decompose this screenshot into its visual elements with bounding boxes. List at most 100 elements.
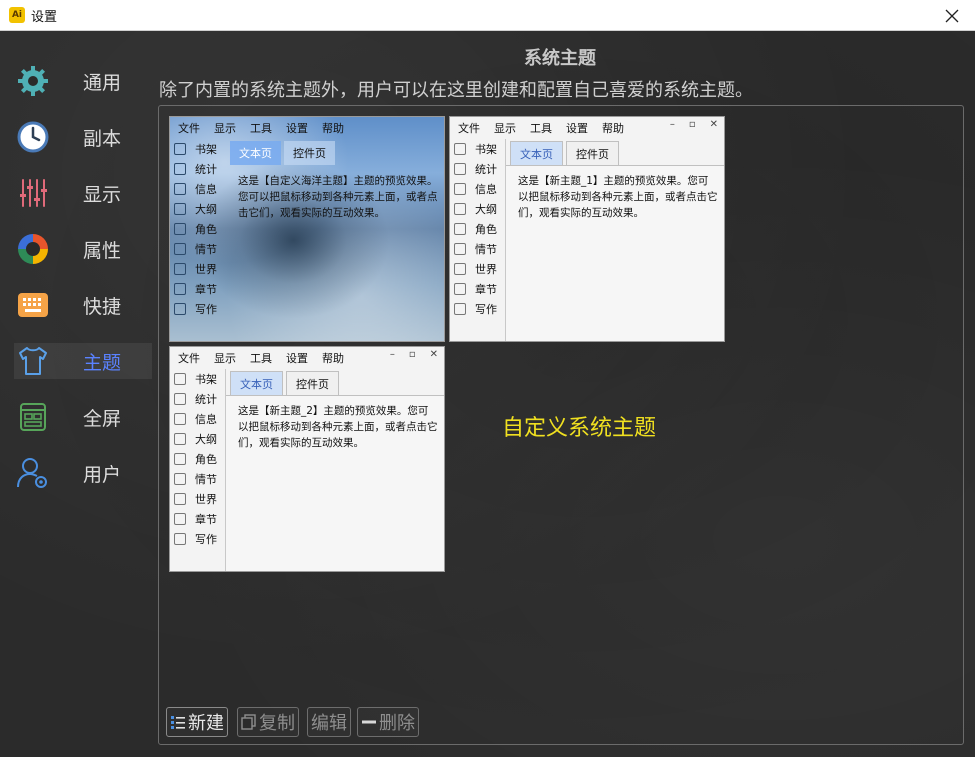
preview-menu-item: 帮助 xyxy=(322,352,344,365)
preview-menu-item: 帮助 xyxy=(602,122,624,135)
close-icon: ✕ xyxy=(709,119,718,130)
maximize-icon: ▫ xyxy=(408,349,416,360)
preview-side-item: 写作 xyxy=(170,529,225,549)
chart-icon xyxy=(174,163,186,175)
clock-icon xyxy=(17,121,49,153)
sidebar-item-fullscreen[interactable]: 全屏 xyxy=(14,399,152,435)
info-icon xyxy=(174,183,186,195)
sidebar-item-label: 快捷 xyxy=(83,295,122,318)
fullscreen-icon xyxy=(20,403,46,431)
window-title: 设置 xyxy=(31,9,58,25)
pen-icon xyxy=(174,303,186,315)
bookshelf-icon xyxy=(174,373,186,385)
preview-side-item: 信息 xyxy=(170,409,225,429)
preview-sidebar: 书架 统计 信息 大纲 角色 情节 世界 章节 写作 xyxy=(170,139,226,341)
maximize-icon: ▫ xyxy=(688,119,696,130)
chapter-icon xyxy=(454,283,466,295)
preview-menu-item: 设置 xyxy=(566,122,588,135)
sidebar-item-display[interactable]: 显示 xyxy=(14,175,152,211)
sidebar-item-label: 全屏 xyxy=(83,407,122,430)
preview-menu-item: 文件 xyxy=(178,352,200,365)
page-description: 除了内置的系统主题外，用户可以在这里创建和配置自己喜爱的系统主题。 xyxy=(159,80,753,101)
new-button[interactable]: 新建 xyxy=(166,707,228,737)
outline-icon xyxy=(174,203,186,215)
people-icon xyxy=(174,453,186,465)
preview-side-item: 章节 xyxy=(170,509,225,529)
delete-button[interactable]: 删除 xyxy=(357,707,419,737)
preview-tab-text: 文本页 xyxy=(510,141,563,165)
close-button[interactable] xyxy=(929,0,975,31)
title-bar: Ai 设置 xyxy=(0,0,975,31)
preview-window-controls: – ▫ ✕ xyxy=(656,119,718,130)
new-list-icon xyxy=(171,716,185,729)
sliders-icon xyxy=(20,179,47,207)
preview-window-controls: – ▫ ✕ xyxy=(376,349,438,360)
plot-icon xyxy=(174,243,186,255)
copy-button[interactable]: 复制 xyxy=(237,707,299,737)
globe-icon xyxy=(174,263,186,275)
sidebar-item-label: 副本 xyxy=(83,127,122,150)
preview-tab-controls: 控件页 xyxy=(286,371,339,395)
tshirt-icon xyxy=(19,347,47,375)
keyboard-icon xyxy=(18,293,48,317)
edit-button[interactable]: 编辑 xyxy=(307,707,351,737)
preview-menu-item: 文件 xyxy=(458,122,480,135)
preview-menu-item: 工具 xyxy=(250,352,272,365)
outline-icon xyxy=(454,203,466,215)
theme-preview-new-1[interactable]: 文件 显示 工具 设置 帮助 – ▫ ✕ 书架 统计 信息 大纲 角色 情节 世界 … xyxy=(449,116,725,342)
gear-icon xyxy=(18,66,48,96)
preview-menu-item: 设置 xyxy=(286,122,308,135)
preview-menu-item: 帮助 xyxy=(322,122,344,135)
close-icon: ✕ xyxy=(429,349,438,360)
new-button-label: 新建 xyxy=(188,713,224,734)
preview-menu-item: 设置 xyxy=(286,352,308,365)
preview-side-item: 章节 xyxy=(450,279,505,299)
preview-side-item: 世界 xyxy=(450,259,505,279)
preview-menu-item: 显示 xyxy=(214,122,236,135)
people-icon xyxy=(454,223,466,235)
sidebar-item-properties[interactable]: 属性 xyxy=(14,231,152,267)
preview-side-item: 章节 xyxy=(170,279,226,299)
preview-tab-controls: 控件页 xyxy=(284,141,335,165)
preview-side-item: 书架 xyxy=(450,139,505,159)
preview-side-item: 统计 xyxy=(170,159,226,179)
plot-icon xyxy=(174,473,186,485)
theme-preview-new-2[interactable]: 文件 显示 工具 设置 帮助 – ▫ ✕ 书架 统计 信息 大纲 角色 情节 世界 … xyxy=(169,346,445,572)
sidebar-item-label: 主题 xyxy=(83,351,122,374)
copy-button-label: 复制 xyxy=(259,713,295,734)
sidebar-item-theme[interactable]: 主题 xyxy=(14,343,152,379)
sidebar-item-shortcuts[interactable]: 快捷 xyxy=(14,287,152,323)
close-icon xyxy=(945,9,959,22)
sidebar-item-user[interactable]: 用户 xyxy=(14,455,152,491)
preview-side-item: 写作 xyxy=(170,299,226,319)
minimize-icon: – xyxy=(669,119,675,130)
preview-side-item: 世界 xyxy=(170,259,226,279)
preview-tab-controls: 控件页 xyxy=(566,141,619,165)
preview-menu-item: 工具 xyxy=(250,122,272,135)
sidebar-item-copy[interactable]: 副本 xyxy=(14,119,152,155)
plot-icon xyxy=(454,243,466,255)
bookshelf-icon xyxy=(454,143,466,155)
preview-side-item: 角色 xyxy=(450,219,505,239)
preview-menu-item: 工具 xyxy=(530,122,552,135)
sidebar-item-general[interactable]: 通用 xyxy=(14,63,152,99)
preview-side-item: 情节 xyxy=(170,239,226,259)
preview-side-item: 世界 xyxy=(170,489,225,509)
app-logo-icon: Ai xyxy=(9,7,25,23)
minimize-icon: – xyxy=(389,349,395,360)
preview-side-item: 大纲 xyxy=(170,199,226,219)
chart-icon xyxy=(454,163,466,175)
preview-tab-text: 文本页 xyxy=(230,371,283,395)
preview-side-item: 统计 xyxy=(170,389,225,409)
theme-preview-ocean[interactable]: 文件 显示 工具 设置 帮助 书架 统计 信息 大纲 角色 情节 世界 章节 写… xyxy=(169,116,445,342)
minus-icon xyxy=(362,720,376,724)
preview-description: 这是【新主题_2】主题的预览效果。您可以把鼠标移动到各种元素上面，或者点击它们，… xyxy=(238,405,438,449)
preview-menubar: 文件 显示 工具 设置 帮助 xyxy=(170,117,444,139)
sidebar-item-label: 通用 xyxy=(83,71,122,94)
preview-side-item: 大纲 xyxy=(170,429,225,449)
preview-side-item: 写作 xyxy=(450,299,505,319)
preview-side-item: 大纲 xyxy=(450,199,505,219)
preview-side-item: 书架 xyxy=(170,369,225,389)
pen-icon xyxy=(174,533,186,545)
preview-side-item: 角色 xyxy=(170,449,225,469)
